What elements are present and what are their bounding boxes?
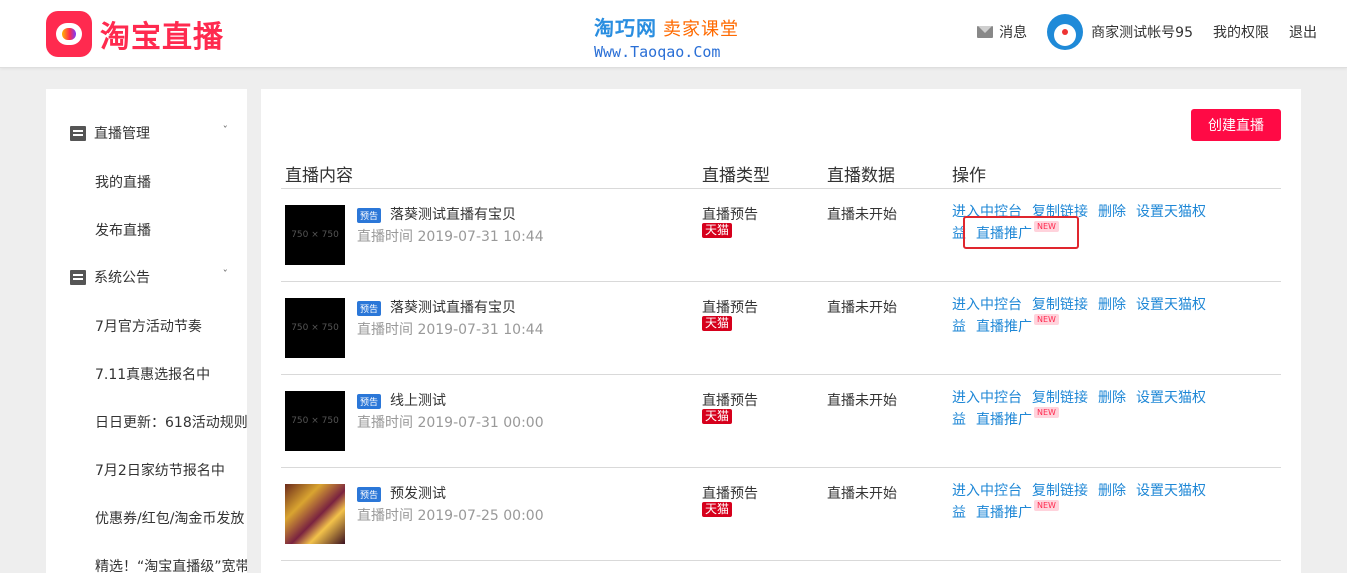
live-status: 直播未开始 [827,393,897,409]
promote-live-link[interactable]: 直播推广 [976,226,1032,242]
delete-link[interactable]: 删除 [1098,204,1126,220]
column-header-content: 直播内容 [285,166,353,186]
sidebar-item-announcement[interactable]: 日日更新：618活动规则 [95,412,247,432]
live-thumbnail[interactable]: 750 × 750 [285,298,345,358]
delete-link[interactable]: 删除 [1098,483,1126,499]
column-header-actions: 操作 [952,166,986,186]
sidebar: 直播管理 ˇ 我的直播 发布直播 系统公告 ˇ 7月官方活动节奏 7.11真惠选… [46,89,247,573]
promote-live-link[interactable]: 直播推广 [976,319,1032,335]
permissions-link[interactable]: 我的权限 [1213,22,1269,42]
username[interactable]: 商家测试帐号95 [1091,22,1193,42]
column-header-data: 直播数据 [827,166,895,186]
mail-icon [977,26,994,38]
sidebar-group-label: 直播管理 [94,126,150,142]
copy-link-link[interactable]: 复制链接 [1032,204,1088,220]
enter-console-link[interactable]: 进入中控台 [952,204,1022,220]
live-thumbnail[interactable]: 750 × 750 [285,391,345,451]
live-title[interactable]: 预发测试 [390,483,446,503]
preview-badge: 预告 [357,487,382,502]
promote-live-link[interactable]: 直播推广 [976,505,1032,521]
live-tv-icon [46,11,92,57]
live-title[interactable]: 落葵测试直播有宝贝 [390,297,516,317]
live-title[interactable]: 线上测试 [390,390,446,410]
live-time: 直播时间 2019-07-25 00:00 [357,508,544,524]
live-list-panel: 创建直播 直播内容 直播类型 直播数据 操作 750 × 750 预告 落葵测试… [261,89,1301,573]
chevron-down-icon: ˇ [222,124,229,137]
live-time: 直播时间 2019-07-31 10:44 [357,322,544,338]
header-actions: 消息 商家测试帐号95 我的权限 退出 [977,14,1317,50]
sidebar-group-label: 系统公告 [94,270,150,286]
live-thumbnail[interactable] [285,484,345,544]
chevron-down-icon: ˇ [222,268,229,281]
row-actions: 进入中控台 复制链接 删除 设置天猫权益 直播推广 NEW [952,390,1222,429]
sidebar-item-announcement[interactable]: 7.11真惠选报名中 [95,364,210,384]
enter-console-link[interactable]: 进入中控台 [952,297,1022,313]
row-actions: 进入中控台 复制链接 删除 设置天猫权益 直播推广 NEW [952,297,1222,336]
column-header-type: 直播类型 [702,166,770,186]
watermark: 淘巧网 卖家课堂 Www.Taoqao.Com [594,12,739,61]
row-actions: 进入中控台 复制链接 删除 设置天猫权益 直播推广 NEW [952,204,1222,243]
live-type: 直播预告 [702,300,758,316]
sidebar-item-announcement[interactable]: 优惠券/红包/淘金币发放 [95,508,244,528]
live-time: 直播时间 2019-07-31 00:00 [357,415,544,431]
watermark-url: Www.Taoqao.Com [594,43,721,61]
avatar[interactable] [1047,14,1084,50]
sidebar-item-announcement[interactable]: 精选！“淘宝直播级”宽带升级 [95,556,247,573]
copy-link-link[interactable]: 复制链接 [1032,483,1088,499]
watermark-title: 淘巧网 [594,16,657,40]
preview-badge: 预告 [357,208,382,223]
document-icon [70,269,86,285]
tmall-badge: 天猫 [702,502,733,517]
live-title[interactable]: 落葵测试直播有宝贝 [390,204,516,224]
table-row: 750 × 750 预告 落葵测试直播有宝贝 直播时间 2019-07-31 1… [261,189,1301,282]
top-header: 淘宝直播 淘巧网 卖家课堂 Www.Taoqao.Com 消息 商家测试帐号95 … [0,0,1347,68]
tmall-badge: 天猫 [702,223,733,238]
tmall-badge: 天猫 [702,409,733,424]
preview-badge: 预告 [357,301,382,316]
live-type: 直播预告 [702,486,758,502]
live-time: 直播时间 2019-07-31 10:44 [357,229,544,245]
live-status: 直播未开始 [827,207,897,223]
new-badge: NEW [1034,407,1059,418]
messages-link[interactable]: 消息 [977,22,1027,42]
live-type: 直播预告 [702,393,758,409]
new-badge: NEW [1034,221,1059,232]
messages-label: 消息 [999,25,1028,41]
sidebar-item-announcement[interactable]: 7月2日家纺节报名中 [95,460,225,480]
sidebar-group-announcements[interactable]: 系统公告 ˇ [70,267,230,287]
live-status: 直播未开始 [827,486,897,502]
watermark-subtitle: 卖家课堂 [663,19,739,40]
delete-link[interactable]: 删除 [1098,390,1126,406]
tmall-badge: 天猫 [702,316,733,331]
copy-link-link[interactable]: 复制链接 [1032,390,1088,406]
sidebar-item-announcement[interactable]: 7月官方活动节奏 [95,316,202,336]
brand-name: 淘宝直播 [100,20,224,55]
live-status: 直播未开始 [827,300,897,316]
table-row: 预告 预发测试 直播时间 2019-07-25 00:00 直播预告 天猫 直播… [261,468,1301,561]
live-thumbnail[interactable]: 750 × 750 [285,205,345,265]
row-actions: 进入中控台 复制链接 删除 设置天猫权益 直播推广 NEW [952,483,1222,522]
preview-badge: 预告 [357,394,382,409]
live-type: 直播预告 [702,207,758,223]
new-badge: NEW [1034,314,1059,325]
brand-logo[interactable]: 淘宝直播 [46,11,224,57]
sidebar-item-publish-live[interactable]: 发布直播 [95,220,151,240]
enter-console-link[interactable]: 进入中控台 [952,483,1022,499]
divider [281,560,1281,561]
sidebar-item-my-live[interactable]: 我的直播 [95,172,151,192]
new-badge: NEW [1034,500,1059,511]
logout-link[interactable]: 退出 [1289,22,1317,42]
sidebar-group-live-management[interactable]: 直播管理 ˇ [70,123,230,143]
enter-console-link[interactable]: 进入中控台 [952,390,1022,406]
create-live-button[interactable]: 创建直播 [1191,109,1281,141]
promote-live-link[interactable]: 直播推广 [976,412,1032,428]
delete-link[interactable]: 删除 [1098,297,1126,313]
copy-link-link[interactable]: 复制链接 [1032,297,1088,313]
table-row: 750 × 750 预告 落葵测试直播有宝贝 直播时间 2019-07-31 1… [261,282,1301,375]
table-row: 750 × 750 预告 线上测试 直播时间 2019-07-31 00:00 … [261,375,1301,468]
document-icon [70,125,86,141]
